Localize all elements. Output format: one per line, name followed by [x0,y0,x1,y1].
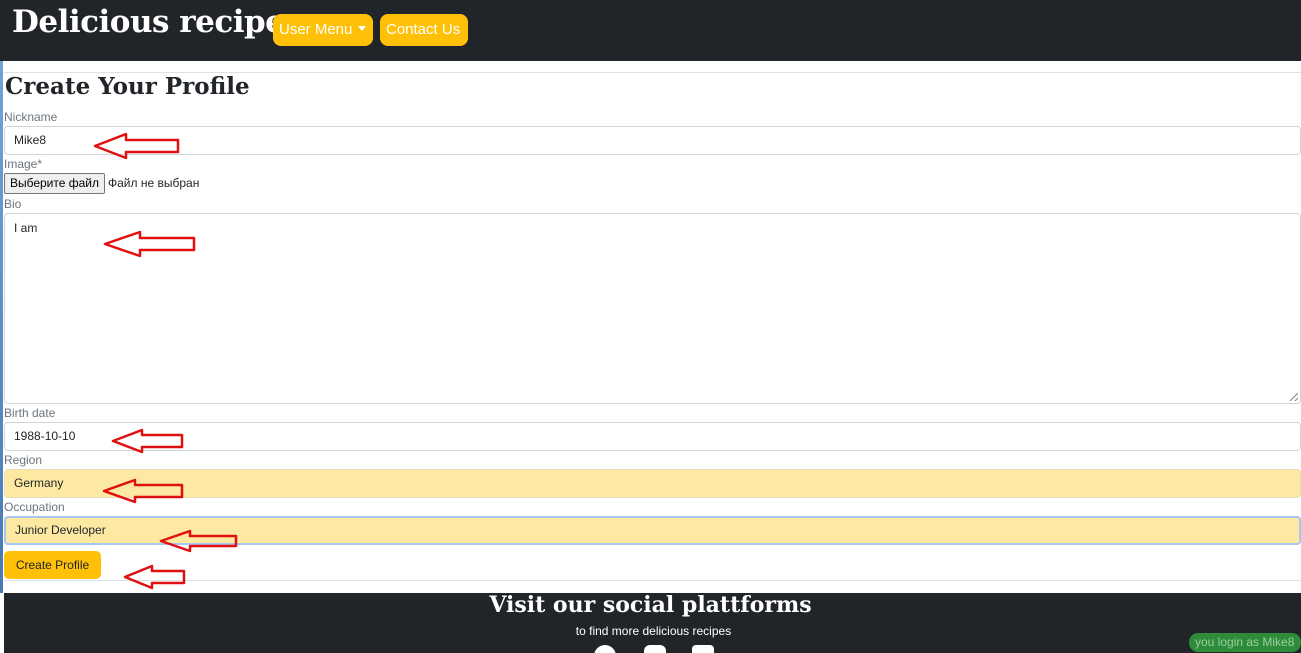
nickname-input[interactable]: Mike8 [4,126,1301,155]
occupation-input[interactable]: Junior Developer [4,516,1301,545]
annotation-arrow-icon [123,564,186,590]
resize-handle-icon[interactable] [1290,393,1298,401]
footer-subtitle: to find more delicious recipes [575,624,732,638]
site-brand[interactable]: Delicious recipes [12,4,302,40]
navbar: Delicious recipes User Menu Contact Us [0,0,1301,61]
bio-value: I am [14,221,38,235]
file-status-text: Файл не выбран [108,176,200,190]
youtube-icon[interactable] [692,645,714,653]
region-label: Region [4,453,43,467]
bio-label: Bio [4,197,22,211]
occupation-label: Occupation [4,500,65,514]
birth-date-label: Birth date [4,406,56,420]
window-edge [0,61,3,593]
footer-title: Visit our social plattforms [489,592,812,618]
choose-file-button[interactable]: Выберите файл [4,173,105,194]
login-status-badge: you login as Mike8 [1189,633,1301,652]
user-menu-dropdown[interactable]: User Menu [273,14,373,46]
chevron-down-icon [358,26,367,32]
create-profile-button[interactable]: Create Profile [4,551,101,579]
region-input[interactable]: Germany [4,469,1301,498]
page-title: Create Your Profile [5,73,250,100]
image-label: Image* [4,157,43,171]
nickname-label: Nickname [4,110,58,124]
contact-us-button[interactable]: Contact Us [380,14,468,46]
user-menu-label: User Menu [279,21,353,38]
instagram-icon[interactable] [644,645,666,653]
bio-textarea[interactable]: I am [4,213,1301,404]
birth-date-input[interactable]: 1988-10-10 [4,422,1301,451]
divider [4,580,1301,581]
